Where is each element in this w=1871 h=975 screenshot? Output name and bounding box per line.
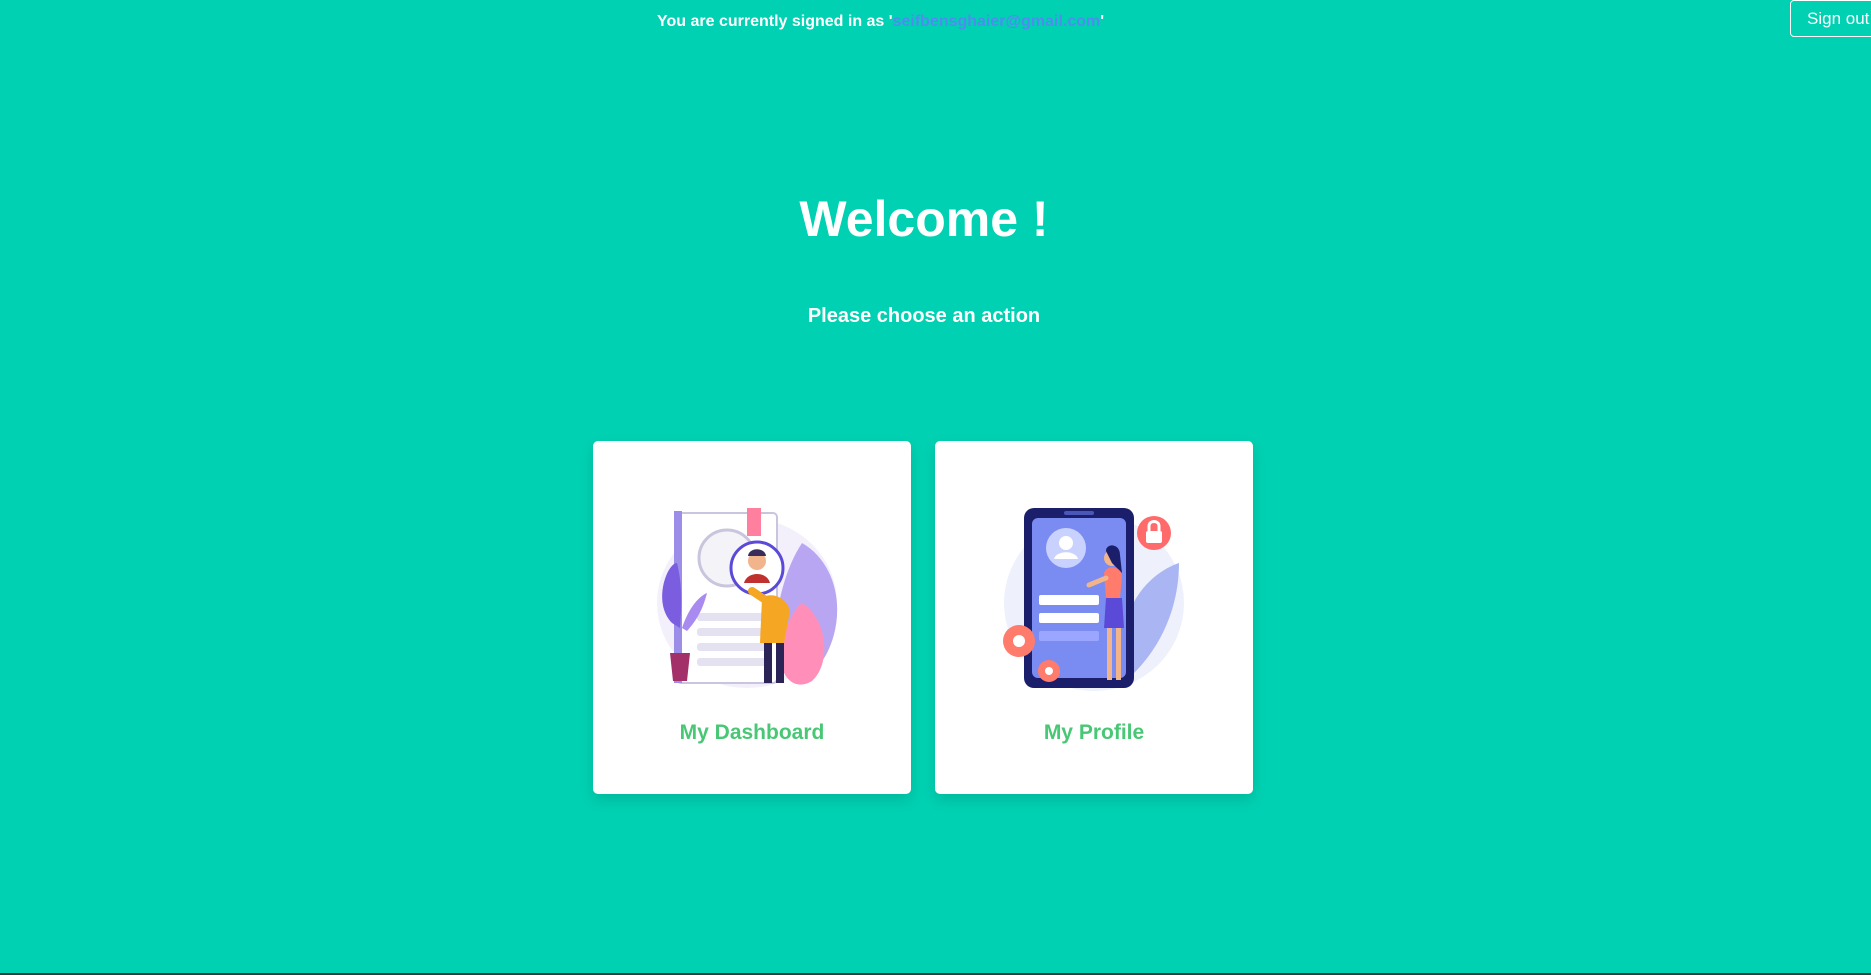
profile-card-label: My Profile [1043, 721, 1145, 744]
page-subtitle: Please choose an action [807, 305, 1041, 327]
sign-out-button[interactable]: Sign out [1790, 0, 1871, 37]
page-title: Welcome ! [799, 191, 1049, 247]
signed-in-suffix: ' [1100, 13, 1105, 30]
top-bar: You are currently signed in as 'seifbens… [0, 0, 1871, 48]
profile-illustration-icon [1003, 508, 1184, 691]
dashboard-illustration-icon [657, 508, 838, 688]
user-email-link[interactable]: seifbensghaier@gmail.com [893, 13, 1101, 30]
signed-in-status: You are currently signed in as 'seifbens… [657, 13, 1104, 31]
signed-in-prefix: You are currently signed in as ' [657, 13, 893, 30]
dashboard-card[interactable]: My Dashboard [593, 441, 911, 794]
profile-card[interactable]: My Profile [935, 441, 1253, 794]
dashboard-card-label: My Dashboard [679, 721, 825, 744]
